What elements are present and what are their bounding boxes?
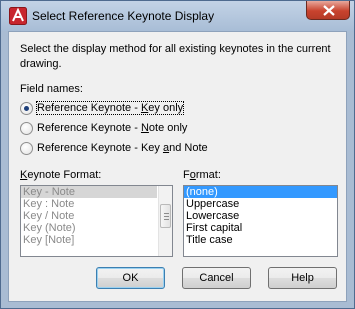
cancel-button[interactable]: Cancel bbox=[182, 267, 251, 289]
dialog-content: Select the display method for all existi… bbox=[8, 31, 347, 302]
list-item[interactable]: Uppercase bbox=[184, 198, 337, 210]
autocad-app-icon[interactable] bbox=[9, 7, 27, 25]
list-item[interactable]: Key / Note bbox=[21, 210, 172, 222]
radio-note-only[interactable]: Reference Keynote - Note only bbox=[20, 120, 187, 136]
radio-button[interactable] bbox=[20, 141, 33, 155]
radio-key-and-note-label[interactable]: Reference Keynote - Key and Note bbox=[37, 142, 208, 154]
radio-key-and-note[interactable]: Reference Keynote - Key and Note bbox=[20, 140, 208, 156]
scrollbar-thumb[interactable] bbox=[160, 204, 171, 228]
vertical-scrollbar[interactable] bbox=[158, 186, 172, 256]
list-item[interactable]: Lowercase bbox=[184, 210, 337, 222]
keynote-format-listbox[interactable]: Key - Note Key : Note Key / Note Key (No… bbox=[20, 185, 173, 257]
radio-button[interactable] bbox=[20, 121, 33, 135]
radio-key-only-label[interactable]: Reference Keynote - Key only bbox=[35, 101, 185, 115]
list-item[interactable]: Key [Note] bbox=[21, 234, 172, 246]
help-button[interactable]: Help bbox=[268, 267, 337, 289]
radio-note-only-label[interactable]: Reference Keynote - Note only bbox=[37, 122, 187, 134]
close-icon bbox=[323, 5, 335, 16]
close-button[interactable] bbox=[306, 1, 350, 20]
window-title: Select Reference Keynote Display bbox=[32, 9, 215, 23]
format-listbox[interactable]: (none) Uppercase Lowercase First capital… bbox=[183, 185, 338, 257]
field-names-label: Field names: bbox=[20, 83, 83, 95]
dialog-window: Select Reference Keynote Display Select … bbox=[0, 0, 355, 309]
keynote-format-label: Keynote Format: bbox=[20, 169, 102, 181]
title-bar[interactable]: Select Reference Keynote Display bbox=[1, 1, 354, 31]
list-item[interactable]: Title case bbox=[184, 234, 337, 246]
list-item[interactable]: Key : Note bbox=[21, 198, 172, 210]
radio-key-only[interactable]: Reference Keynote - Key only bbox=[20, 100, 185, 116]
list-item[interactable]: First capital bbox=[184, 222, 337, 234]
list-item[interactable]: (none) bbox=[184, 186, 337, 198]
list-item[interactable]: Key (Note) bbox=[21, 222, 172, 234]
radio-button-checked[interactable] bbox=[20, 101, 33, 115]
list-item[interactable]: Key - Note bbox=[21, 186, 157, 198]
ok-button[interactable]: OK bbox=[96, 267, 165, 289]
description-text: Select the display method for all existi… bbox=[20, 43, 331, 70]
format-label: Format: bbox=[183, 169, 221, 181]
